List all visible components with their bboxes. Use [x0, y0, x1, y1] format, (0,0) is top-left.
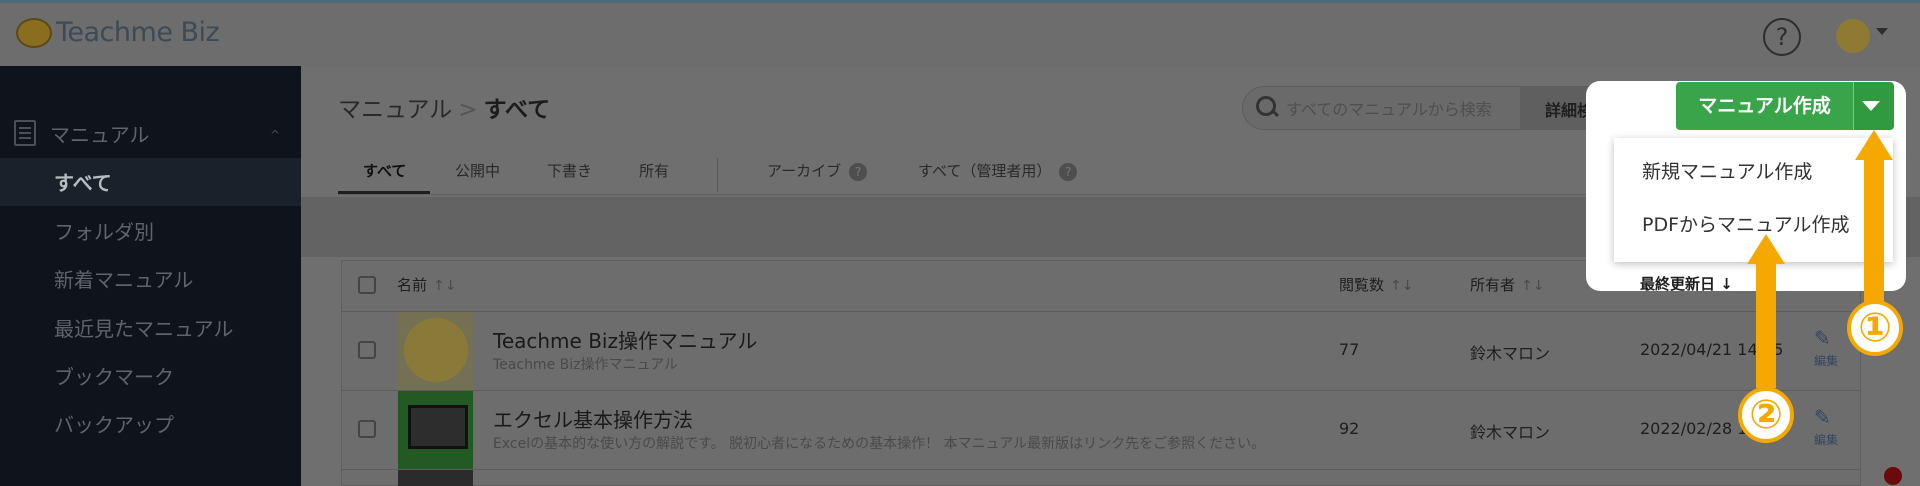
search-input[interactable]: すべてのマニュアルから検索 [1286, 96, 1492, 120]
top-bar: Teachme Biz ? [0, 0, 1920, 66]
sidebar-item-backup[interactable]: バックアップ [54, 409, 174, 438]
column-owner-label: 所有者 [1470, 276, 1516, 294]
annotation-arrow-2 [1756, 262, 1776, 388]
help-button[interactable]: ? [1763, 18, 1801, 56]
search-icon [1256, 96, 1276, 116]
column-updated-label: 最終更新日 [1640, 275, 1716, 293]
tab-all[interactable]: すべて [363, 160, 406, 181]
menu-item-pdf-manual[interactable]: PDFからマニュアル作成 [1642, 210, 1849, 237]
user-avatar[interactable] [1836, 19, 1870, 53]
edit-label[interactable]: 編集 [1814, 352, 1838, 369]
manual-description: Excelの基本的な使い方の解説です。 脱初心者になるための基本操作！ 本マニュ… [493, 436, 1266, 452]
create-manual-button[interactable]: マニュアル作成 [1676, 82, 1853, 130]
tab-published[interactable]: 公開中 [455, 160, 500, 181]
manual-thumbnail[interactable] [398, 391, 473, 469]
select-all-checkbox[interactable] [358, 276, 376, 294]
manual-title[interactable]: エクセル基本操作方法 [493, 404, 693, 433]
owner-name: 鈴木マロン [1470, 344, 1551, 363]
breadcrumb-parent[interactable]: マニュアル [338, 97, 452, 123]
thumbnail-image [404, 318, 468, 382]
pencil-icon[interactable]: ✎ [1814, 326, 1831, 350]
sort-desc-icon[interactable]: ↓ [1720, 275, 1733, 293]
pencil-icon[interactable]: ✎ [1814, 405, 1831, 429]
caret-down-icon [1862, 101, 1880, 111]
column-owner[interactable]: 所有者 ↑↓ [1470, 274, 1544, 295]
sort-icon[interactable]: ↑↓ [1521, 278, 1544, 294]
notification-dot [1884, 467, 1902, 485]
views-count: 92 [1339, 419, 1360, 438]
column-name-label: 名前 [397, 276, 428, 294]
edit-label[interactable]: 編集 [1814, 431, 1838, 448]
annotation-arrow-1 [1864, 158, 1884, 306]
step-2-badge: ② [1738, 387, 1794, 443]
breadcrumb: マニュアル > すべて [338, 90, 550, 124]
chevron-up-icon[interactable]: ^ [270, 128, 280, 142]
owner-name: 鈴木マロン [1470, 423, 1551, 442]
thumbnail-image [408, 405, 468, 449]
column-updated[interactable]: 最終更新日 ↓ [1640, 273, 1733, 294]
tab-all-admin[interactable]: すべて（管理者用）? [918, 160, 1078, 181]
column-views-label: 閲覧数 [1339, 276, 1385, 294]
sort-icon[interactable]: ↑↓ [1390, 278, 1413, 294]
row-checkbox[interactable] [358, 341, 376, 359]
column-views[interactable]: 閲覧数 ↑↓ [1339, 274, 1413, 295]
tab-all-admin-label: すべて（管理者用） [918, 162, 1052, 180]
sort-icon[interactable]: ↑↓ [433, 278, 456, 294]
sidebar-item-new[interactable]: 新着マニュアル [54, 264, 193, 293]
app-logo[interactable]: Teachme Biz [16, 17, 220, 48]
logo-badge-icon [16, 17, 52, 48]
menu-item-new-manual[interactable]: 新規マニュアル作成 [1642, 157, 1812, 184]
sidebar-active-highlight [0, 158, 301, 206]
step-1-badge: ① [1847, 300, 1903, 356]
views-count: 77 [1339, 340, 1360, 359]
sidebar-item-recent[interactable]: 最近見たマニュアル [54, 313, 233, 342]
tab-archive-label: アーカイブ [767, 162, 842, 180]
tab-divider [717, 158, 718, 192]
help-icon[interactable]: ? [1059, 162, 1078, 181]
sidebar-item-bookmarks[interactable]: ブックマーク [54, 361, 174, 390]
sidebar-item-all[interactable]: すべて [54, 167, 112, 196]
manual-thumbnail[interactable] [398, 470, 473, 486]
updated-date: 2022/02/28 1 [1640, 419, 1748, 438]
tab-archive[interactable]: アーカイブ? [767, 160, 868, 181]
tab-owned[interactable]: 所有 [639, 160, 669, 181]
sidebar-section-manual[interactable]: マニュアル ^ [14, 118, 294, 148]
sidebar-item-folders[interactable]: フォルダ別 [54, 216, 154, 245]
sidebar-section-label: マニュアル [50, 122, 150, 147]
arrow-up-icon [1747, 234, 1785, 264]
manual-description: Teachme Biz操作マニュアル [493, 357, 679, 373]
column-name[interactable]: 名前 ↑↓ [397, 274, 456, 295]
row-checkbox[interactable] [358, 420, 376, 438]
manual-book-icon [14, 120, 36, 146]
manual-thumbnail[interactable] [398, 312, 473, 390]
tabs-divider [338, 194, 1668, 195]
manual-title[interactable]: Teachme Biz操作マニュアル [493, 325, 757, 354]
breadcrumb-separator: > [458, 97, 478, 123]
arrow-up-icon [1855, 130, 1893, 160]
sidebar: マニュアル ^ すべて フォルダ別 新着マニュアル 最近見たマニュアル ブックマ… [0, 66, 301, 486]
chevron-down-icon[interactable] [1876, 28, 1888, 35]
logo-text: Teachme Biz [56, 17, 220, 48]
breadcrumb-current: すべて [483, 97, 551, 123]
help-icon[interactable]: ? [849, 162, 868, 181]
tab-drafts[interactable]: 下書き [547, 160, 592, 181]
